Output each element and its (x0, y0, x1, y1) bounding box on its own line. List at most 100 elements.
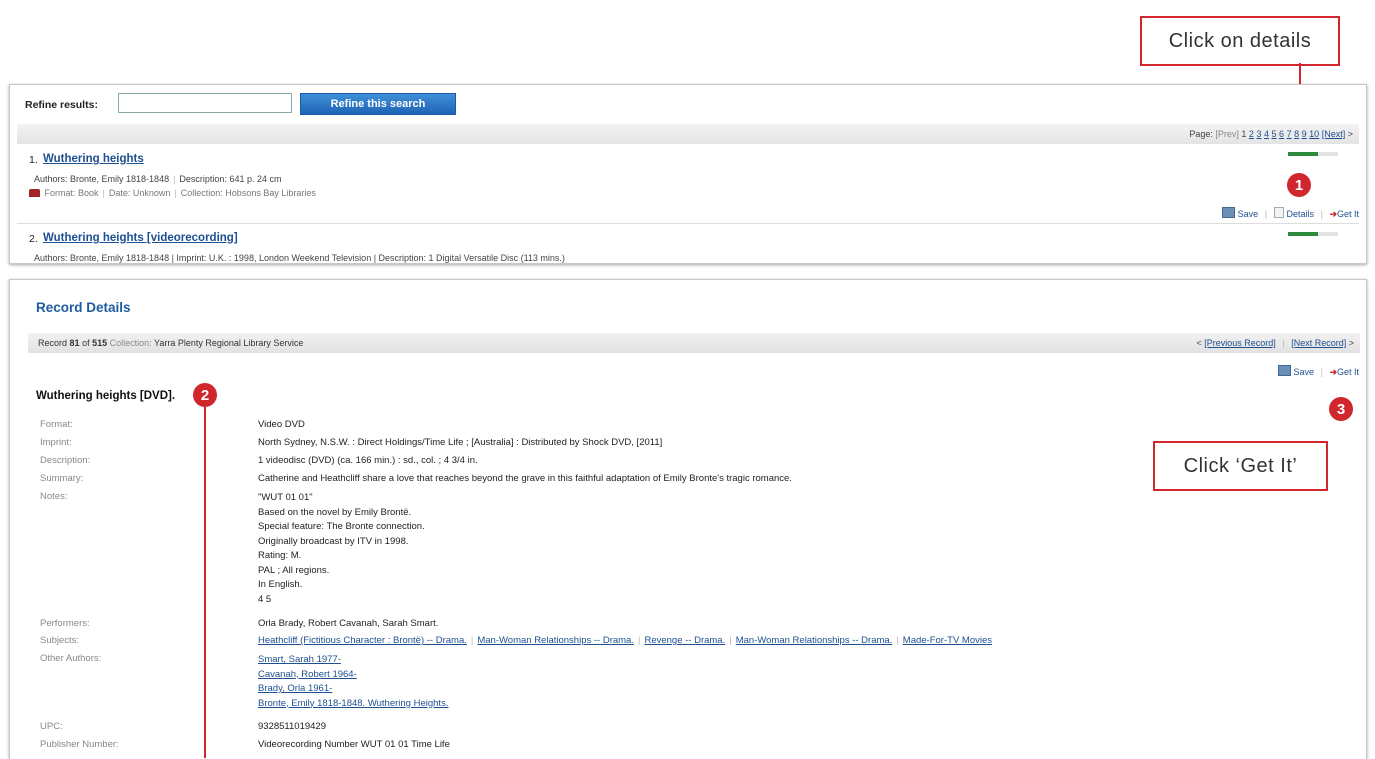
pager-page-6[interactable]: 6 (1279, 129, 1284, 139)
record-nav-bar: Record 81 of 515 Collection: Yarra Plent… (28, 333, 1360, 353)
notes-list: "WUT 01 01" Based on the novel by Emily … (258, 491, 425, 607)
format-label: Format: (40, 419, 73, 430)
document-icon (1273, 207, 1284, 218)
record-total: 515 (92, 338, 108, 348)
publisher-number-label: Publisher Number: (40, 739, 119, 750)
refine-input[interactable] (118, 93, 292, 113)
pager-label: Page: (1189, 129, 1213, 139)
save-action[interactable]: Save (1221, 207, 1258, 219)
result-2-title[interactable]: Wuthering heights [videorecording] (43, 232, 238, 244)
format-value: Video DVD (258, 419, 305, 430)
record-collection-label: Collection: (109, 338, 152, 348)
pager-prev: [Prev] (1215, 129, 1239, 139)
record-getit-label: Get It (1336, 367, 1359, 377)
result-2-number: 2. (29, 233, 38, 245)
refine-search-button[interactable]: Refine this search (300, 93, 456, 115)
details-action[interactable]: Details (1273, 207, 1315, 219)
record-save-label: Save (1293, 367, 1315, 377)
subjects-label: Subjects: (40, 635, 80, 646)
subject-link[interactable]: Man-Woman Relationships -- Drama. (736, 635, 893, 646)
result-1-title[interactable]: Wuthering heights (43, 153, 144, 165)
next-record-arrow: > (1348, 338, 1354, 348)
step-badge-1-label: 1 (1294, 176, 1304, 194)
subject-link[interactable]: Made-For-TV Movies (903, 635, 992, 646)
record-getit-action[interactable]: ➜Get It (1329, 367, 1359, 377)
result-1-details: Authors: Bronte, Emily 1818-1848 | Descrip… (34, 174, 281, 184)
pager-page-7[interactable]: 7 (1287, 129, 1292, 139)
subjects-list: Heathcliff (Fictitious Character : Bront… (258, 635, 992, 646)
author-link[interactable]: Cavanah, Robert 1964- (258, 669, 357, 680)
record-pager: < [Previous Record] | [Next Record] > (1197, 338, 1355, 348)
performers-value: Orla Brady, Robert Cavanah, Sarah Smart. (258, 618, 439, 629)
result-2-rating-bar (1288, 232, 1338, 236)
other-authors-label: Other Authors: (40, 653, 102, 664)
pager: Page: [Prev] 1 2 3 4 5 6 7 8 9 10 [Next]… (1189, 129, 1353, 139)
pager-page-9[interactable]: 9 (1302, 129, 1307, 139)
book-icon (29, 189, 40, 197)
pager-bar: Page: [Prev] 1 2 3 4 5 6 7 8 9 10 [Next]… (17, 124, 1359, 144)
pager-next[interactable]: [Next] (1322, 129, 1346, 139)
result-divider (17, 223, 1359, 224)
separator: | (174, 188, 177, 198)
separator: | (729, 635, 732, 646)
getit-action[interactable]: ➜Get It (1329, 209, 1359, 219)
pager-next-arrow: > (1347, 129, 1353, 139)
subject-link[interactable]: Man-Woman Relationships -- Drama. (477, 635, 634, 646)
summary-value: Catherine and Heathcliff share a love th… (258, 473, 792, 484)
upc-value: 9328511019429 (258, 721, 326, 732)
imprint-label: Imprint: (40, 437, 72, 448)
result-1-rating-bar (1288, 152, 1338, 156)
record-position: Record 81 of 515 Collection: Yarra Plent… (38, 338, 303, 348)
callout-getit-text: Click ‘Get It’ (1183, 454, 1298, 477)
pager-page-4[interactable]: 4 (1264, 129, 1269, 139)
notes-line: 4 5 (258, 593, 272, 605)
subject-link[interactable]: Revenge -- Drama. (644, 635, 725, 646)
imprint-value: North Sydney, N.S.W. : Direct Holdings/T… (258, 437, 663, 448)
separator: | (637, 635, 641, 646)
separator: | (1264, 209, 1268, 219)
refine-search-button-label: Refine this search (330, 98, 426, 110)
summary-label: Summary: (40, 473, 84, 484)
pager-page-8[interactable]: 8 (1294, 129, 1299, 139)
notes-line: PAL ; All regions. (258, 564, 330, 576)
pager-page-3[interactable]: 3 (1256, 129, 1261, 139)
pager-page-10[interactable]: 10 (1309, 129, 1319, 139)
result-1-number: 1. (29, 154, 38, 166)
details-label: Details (1286, 209, 1315, 219)
author-link[interactable]: Brady, Orla 1961- (258, 683, 332, 694)
record-details-heading: Record Details (36, 300, 131, 315)
notes-line: "WUT 01 01" (258, 492, 313, 503)
pager-page-5[interactable]: 5 (1272, 129, 1277, 139)
getit-label: Get It (1336, 209, 1359, 219)
record-save-action[interactable]: Save (1277, 365, 1315, 377)
next-record-link[interactable]: [Next Record] (1291, 338, 1346, 348)
separator: | (470, 635, 474, 646)
step-badge-2: 2 (193, 383, 217, 407)
step-badge-3-label: 3 (1336, 400, 1346, 418)
result-1-format: Format: Book (44, 188, 99, 198)
result-1-meta: Format: Book | Date: Unknown | Collection: H… (29, 188, 316, 198)
separator: | (173, 174, 176, 184)
prev-record-arrow: < (1196, 338, 1202, 348)
previous-record-link[interactable]: [Previous Record] (1204, 338, 1276, 348)
refine-label: Refine results: (25, 99, 98, 111)
subject-link[interactable]: Heathcliff (Fictitious Character : Bront… (258, 635, 467, 646)
arrow-right-icon: ➜ (1329, 209, 1337, 219)
description-value: 1 videodisc (DVD) (ca. 166 min.) : sd., … (258, 455, 478, 466)
record-of: of (82, 338, 90, 348)
record-number: 81 (69, 338, 80, 348)
description-label: Description: (40, 455, 91, 466)
step-badge-3: 3 (1329, 397, 1353, 421)
record-collection-name: Yarra Plenty Regional Library Service (154, 338, 304, 348)
result-2-details: Authors: Bronte, Emily 1818-1848 | Impri… (34, 253, 565, 263)
callout-details-text: Click on details (1168, 29, 1312, 52)
pager-page-2[interactable]: 2 (1249, 129, 1254, 139)
separator: | (896, 635, 899, 646)
step-badge-2-label: 2 (200, 386, 210, 404)
notes-line: Special feature: The Bronte connection. (258, 521, 425, 532)
author-link[interactable]: Smart, Sarah 1977- (258, 654, 341, 665)
arrow-right-icon: ➜ (1329, 367, 1337, 377)
callout-click-get-it: Click ‘Get It’ (1153, 441, 1328, 491)
notes-line: Rating: M. (258, 550, 302, 561)
author-link[interactable]: Bronte, Emily 1818-1848. Wuthering Heigh… (258, 698, 448, 709)
